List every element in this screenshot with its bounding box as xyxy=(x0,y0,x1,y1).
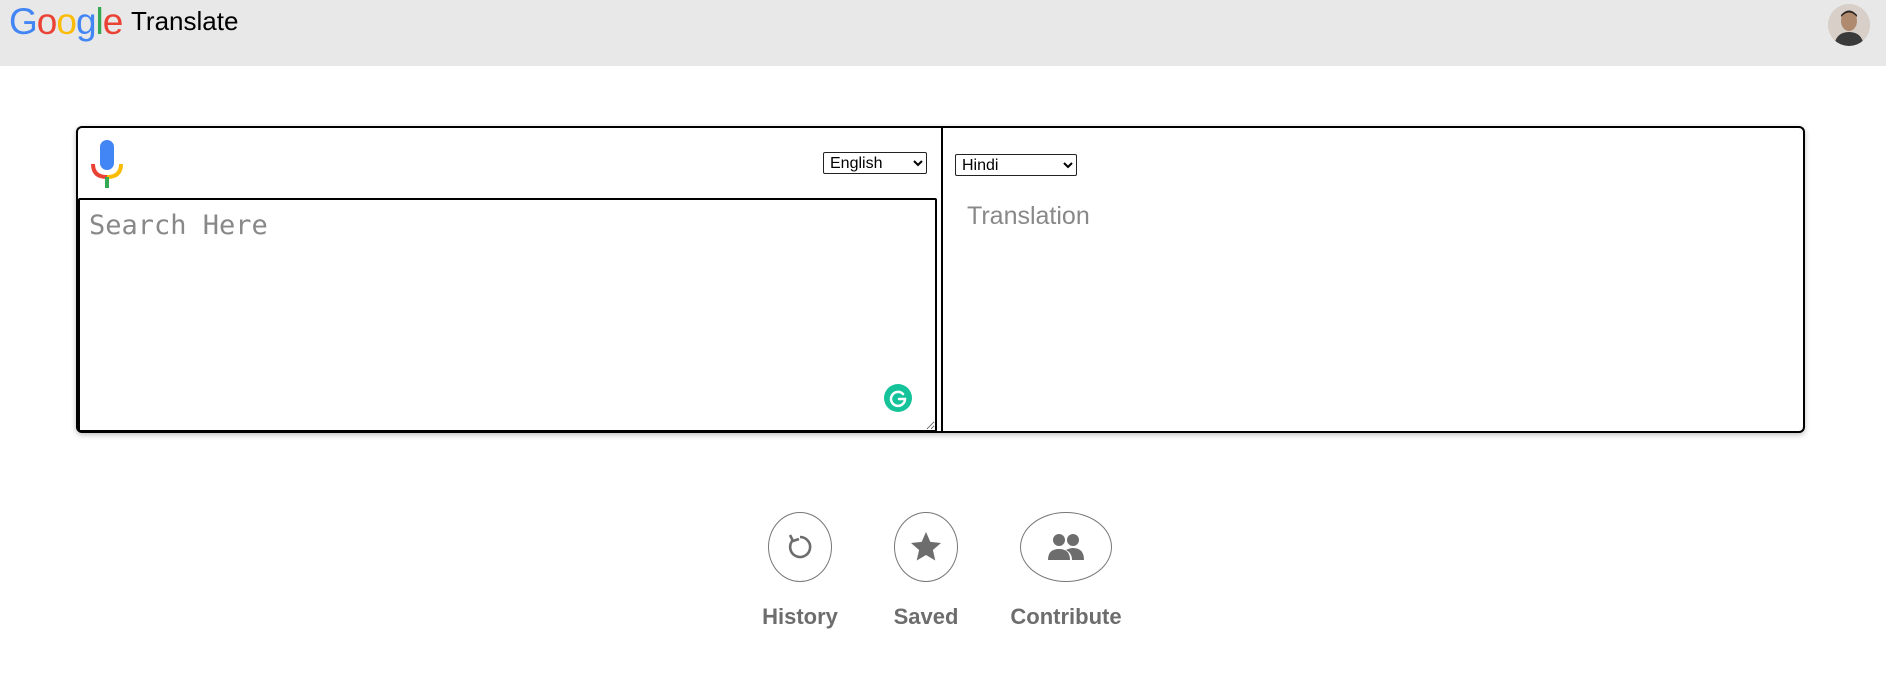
star-icon xyxy=(911,532,941,561)
google-logo: Google xyxy=(9,1,124,42)
source-language-select[interactable]: English xyxy=(823,152,927,174)
contribute-button[interactable] xyxy=(1020,512,1112,582)
history-icon xyxy=(788,534,812,559)
logo-letter: g xyxy=(75,1,97,42)
grammarly-icon[interactable] xyxy=(884,384,912,412)
microphone-button[interactable] xyxy=(90,140,124,188)
logo-letter: G xyxy=(9,1,38,42)
search-input[interactable] xyxy=(78,198,937,432)
saved-button[interactable] xyxy=(894,512,958,582)
contribute-label: Contribute xyxy=(1010,604,1122,629)
people-icon xyxy=(1048,534,1084,560)
logo-letter: e xyxy=(102,1,124,42)
translator-card: English Hindi Translation xyxy=(76,126,1805,433)
logo-letter: l xyxy=(95,1,104,42)
panel-divider xyxy=(941,128,943,431)
translation-output: Translation xyxy=(967,202,1090,230)
history-button[interactable] xyxy=(768,512,832,582)
grammarly-glyph xyxy=(889,390,907,408)
history-action[interactable]: History xyxy=(756,512,844,630)
app-title: Translate xyxy=(131,6,239,36)
microphone-icon xyxy=(91,140,123,188)
logo-letter: o xyxy=(56,1,77,42)
contribute-action[interactable]: Contribute xyxy=(1000,512,1132,630)
saved-label: Saved xyxy=(893,604,959,629)
avatar-icon xyxy=(1828,4,1870,46)
saved-action[interactable]: Saved xyxy=(882,512,970,630)
history-label: History xyxy=(762,604,838,629)
logo-letter: o xyxy=(36,1,58,42)
top-bar: Google Translate xyxy=(0,0,1886,66)
target-language-select[interactable]: Hindi xyxy=(955,154,1077,176)
user-avatar[interactable] xyxy=(1828,4,1870,46)
